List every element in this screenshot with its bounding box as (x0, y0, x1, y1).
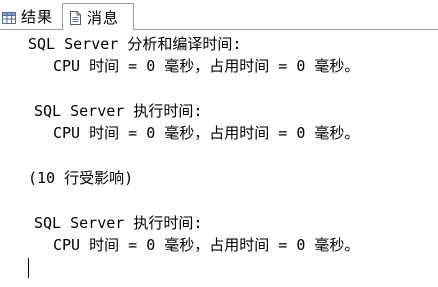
parse-time-title: SQL Server 分析和编译时间: (28, 35, 242, 53)
exec-time-title-2: SQL Server 执行时间: (34, 214, 203, 232)
messages-pane[interactable]: SQL Server 分析和编译时间: CPU 时间 = 0 毫秒，占用时间 =… (0, 30, 438, 287)
parse-time-cpu: CPU 时间 = 0 毫秒，占用时间 = 0 毫秒。 (53, 57, 360, 75)
result-tab-strip: 结果 消息 (0, 0, 438, 31)
tab-results-label: 结果 (21, 8, 54, 26)
tab-messages-label: 消息 (87, 8, 120, 27)
exec-time-cpu-2: CPU 时间 = 0 毫秒，占用时间 = 0 毫秒。 (53, 236, 360, 254)
tab-messages[interactable]: 消息 (62, 3, 134, 31)
text-caret (28, 258, 29, 278)
tab-results[interactable]: 结果 (0, 4, 62, 29)
rows-affected: (10 行受影响) (28, 169, 134, 187)
exec-time-title-1: SQL Server 执行时间: (34, 102, 203, 120)
grid-icon (2, 10, 16, 24)
exec-time-cpu-1: CPU 时间 = 0 毫秒，占用时间 = 0 毫秒。 (53, 124, 360, 142)
query-output-panel: 结果 消息 SQL Server 分析和编译时间: CPU 时间 = 0 毫秒，… (0, 0, 438, 287)
document-icon (68, 10, 82, 25)
